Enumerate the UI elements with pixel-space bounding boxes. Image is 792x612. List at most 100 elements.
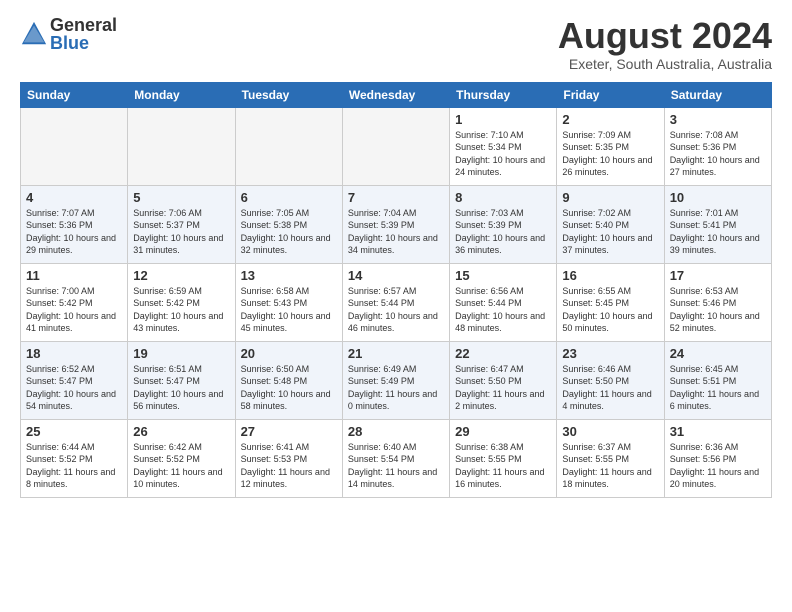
day-info: Sunrise: 6:41 AMSunset: 5:53 PMDaylight:…	[241, 441, 337, 491]
table-row: 15Sunrise: 6:56 AMSunset: 5:44 PMDayligh…	[450, 263, 557, 341]
calendar-week-row: 25Sunrise: 6:44 AMSunset: 5:52 PMDayligh…	[21, 419, 772, 497]
day-number: 8	[455, 190, 551, 205]
table-row: 21Sunrise: 6:49 AMSunset: 5:49 PMDayligh…	[342, 341, 449, 419]
table-row: 13 Sunrise: 6:58 AMSunset: 5:43 PMDayligh…	[235, 263, 342, 341]
table-row: 1 Sunrise: 7:10 AMSunset: 5:34 PMDaylight…	[450, 107, 557, 185]
day-info: Sunrise: 6:56 AMSunset: 5:44 PMDaylight:…	[455, 285, 551, 335]
table-row: 18 Sunrise: 6:52 AMSunset: 5:47 PMDayligh…	[21, 341, 128, 419]
header-sunday: Sunday	[21, 82, 128, 107]
day-number: 5	[133, 190, 229, 205]
table-row: 20 Sunrise: 6:50 AMSunset: 5:48 PMDayligh…	[235, 341, 342, 419]
day-number: 11	[26, 268, 122, 283]
header-friday: Friday	[557, 82, 664, 107]
day-info: Sunrise: 6:55 AMSunset: 5:45 PMDaylight:…	[562, 285, 658, 335]
header-thursday: Thursday	[450, 82, 557, 107]
day-info: Sunrise: 6:53 AMSunset: 5:46 PMDaylight:…	[670, 285, 766, 335]
day-info: Sunrise: 6:47 AMSunset: 5:50 PMDaylight:…	[455, 363, 551, 413]
logo-text: General Blue	[50, 16, 117, 52]
weekday-header-row: Sunday Monday Tuesday Wednesday Thursday…	[21, 82, 772, 107]
calendar-week-row: 4 Sunrise: 7:07 AMSunset: 5:36 PMDaylight…	[21, 185, 772, 263]
day-info: Sunrise: 7:03 AMSunset: 5:39 PMDaylight:…	[455, 207, 551, 257]
table-row: 10 Sunrise: 7:01 AMSunset: 5:41 PMDayligh…	[664, 185, 771, 263]
table-row: 28Sunrise: 6:40 AMSunset: 5:54 PMDayligh…	[342, 419, 449, 497]
day-info: Sunrise: 6:50 AMSunset: 5:48 PMDaylight:…	[241, 363, 337, 413]
day-number: 17	[670, 268, 766, 283]
day-info: Sunrise: 6:36 AMSunset: 5:56 PMDaylight:…	[670, 441, 766, 491]
logo-icon	[20, 20, 48, 48]
header-wednesday: Wednesday	[342, 82, 449, 107]
day-number: 22	[455, 346, 551, 361]
day-info: Sunrise: 7:02 AMSunset: 5:40 PMDaylight:…	[562, 207, 658, 257]
calendar-table: Sunday Monday Tuesday Wednesday Thursday…	[20, 82, 772, 498]
table-row: 17 Sunrise: 6:53 AMSunset: 5:46 PMDayligh…	[664, 263, 771, 341]
table-row: 26Sunrise: 6:42 AMSunset: 5:52 PMDayligh…	[128, 419, 235, 497]
calendar-week-row: 11 Sunrise: 7:00 AMSunset: 5:42 PMDayligh…	[21, 263, 772, 341]
day-number: 3	[670, 112, 766, 127]
logo-general: General	[50, 16, 117, 34]
table-row	[21, 107, 128, 185]
day-info: Sunrise: 6:45 AMSunset: 5:51 PMDaylight:…	[670, 363, 766, 413]
day-info: Sunrise: 7:05 AMSunset: 5:38 PMDaylight:…	[241, 207, 337, 257]
day-number: 2	[562, 112, 658, 127]
day-info: Sunrise: 7:00 AMSunset: 5:42 PMDaylight:…	[26, 285, 122, 335]
day-number: 26	[133, 424, 229, 439]
day-number: 4	[26, 190, 122, 205]
day-info: Sunrise: 7:06 AMSunset: 5:37 PMDaylight:…	[133, 207, 229, 257]
day-number: 23	[562, 346, 658, 361]
table-row: 19Sunrise: 6:51 AMSunset: 5:47 PMDayligh…	[128, 341, 235, 419]
day-info: Sunrise: 6:59 AMSunset: 5:42 PMDaylight:…	[133, 285, 229, 335]
table-row: 16 Sunrise: 6:55 AMSunset: 5:45 PMDayligh…	[557, 263, 664, 341]
day-info: Sunrise: 6:51 AMSunset: 5:47 PMDaylight:…	[133, 363, 229, 413]
day-info: Sunrise: 7:07 AMSunset: 5:36 PMDaylight:…	[26, 207, 122, 257]
day-info: Sunrise: 6:58 AMSunset: 5:43 PMDaylight:…	[241, 285, 337, 335]
month-title: August 2024	[558, 16, 772, 56]
calendar-week-row: 18 Sunrise: 6:52 AMSunset: 5:47 PMDayligh…	[21, 341, 772, 419]
day-number: 20	[241, 346, 337, 361]
table-row: 9 Sunrise: 7:02 AMSunset: 5:40 PMDaylight…	[557, 185, 664, 263]
day-number: 9	[562, 190, 658, 205]
table-row: 6 Sunrise: 7:05 AMSunset: 5:38 PMDaylight…	[235, 185, 342, 263]
table-row	[235, 107, 342, 185]
table-row: 25Sunrise: 6:44 AMSunset: 5:52 PMDayligh…	[21, 419, 128, 497]
header-saturday: Saturday	[664, 82, 771, 107]
title-block: August 2024 Exeter, South Australia, Aus…	[558, 16, 772, 72]
day-info: Sunrise: 7:10 AMSunset: 5:34 PMDaylight:…	[455, 129, 551, 179]
table-row: 23 Sunrise: 6:46 AMSunset: 5:50 PMDayligh…	[557, 341, 664, 419]
day-info: Sunrise: 6:37 AMSunset: 5:55 PMDaylight:…	[562, 441, 658, 491]
day-number: 16	[562, 268, 658, 283]
day-info: Sunrise: 7:08 AMSunset: 5:36 PMDaylight:…	[670, 129, 766, 179]
table-row: 14 Sunrise: 6:57 AMSunset: 5:44 PMDayligh…	[342, 263, 449, 341]
header-monday: Monday	[128, 82, 235, 107]
table-row	[342, 107, 449, 185]
day-number: 31	[670, 424, 766, 439]
day-number: 7	[348, 190, 444, 205]
day-info: Sunrise: 6:52 AMSunset: 5:47 PMDaylight:…	[26, 363, 122, 413]
day-info: Sunrise: 6:44 AMSunset: 5:52 PMDaylight:…	[26, 441, 122, 491]
calendar-week-row: 1 Sunrise: 7:10 AMSunset: 5:34 PMDaylight…	[21, 107, 772, 185]
logo-blue: Blue	[50, 34, 117, 52]
table-row: 22 Sunrise: 6:47 AMSunset: 5:50 PMDayligh…	[450, 341, 557, 419]
day-number: 30	[562, 424, 658, 439]
day-number: 27	[241, 424, 337, 439]
day-number: 6	[241, 190, 337, 205]
header-tuesday: Tuesday	[235, 82, 342, 107]
day-number: 10	[670, 190, 766, 205]
location: Exeter, South Australia, Australia	[558, 56, 772, 72]
table-row: 7Sunrise: 7:04 AMSunset: 5:39 PMDaylight…	[342, 185, 449, 263]
day-info: Sunrise: 6:46 AMSunset: 5:50 PMDaylight:…	[562, 363, 658, 413]
table-row: 31 Sunrise: 6:36 AMSunset: 5:56 PMDayligh…	[664, 419, 771, 497]
day-number: 18	[26, 346, 122, 361]
table-row: 4 Sunrise: 7:07 AMSunset: 5:36 PMDaylight…	[21, 185, 128, 263]
day-number: 14	[348, 268, 444, 283]
day-number: 13	[241, 268, 337, 283]
table-row	[128, 107, 235, 185]
page-container: General Blue August 2024 Exeter, South A…	[0, 0, 792, 508]
table-row: 12Sunrise: 6:59 AMSunset: 5:42 PMDayligh…	[128, 263, 235, 341]
day-number: 21	[348, 346, 444, 361]
day-info: Sunrise: 7:01 AMSunset: 5:41 PMDaylight:…	[670, 207, 766, 257]
day-number: 1	[455, 112, 551, 127]
day-info: Sunrise: 6:57 AMSunset: 5:44 PMDaylight:…	[348, 285, 444, 335]
table-row: 24Sunrise: 6:45 AMSunset: 5:51 PMDayligh…	[664, 341, 771, 419]
table-row: 11 Sunrise: 7:00 AMSunset: 5:42 PMDayligh…	[21, 263, 128, 341]
day-number: 28	[348, 424, 444, 439]
